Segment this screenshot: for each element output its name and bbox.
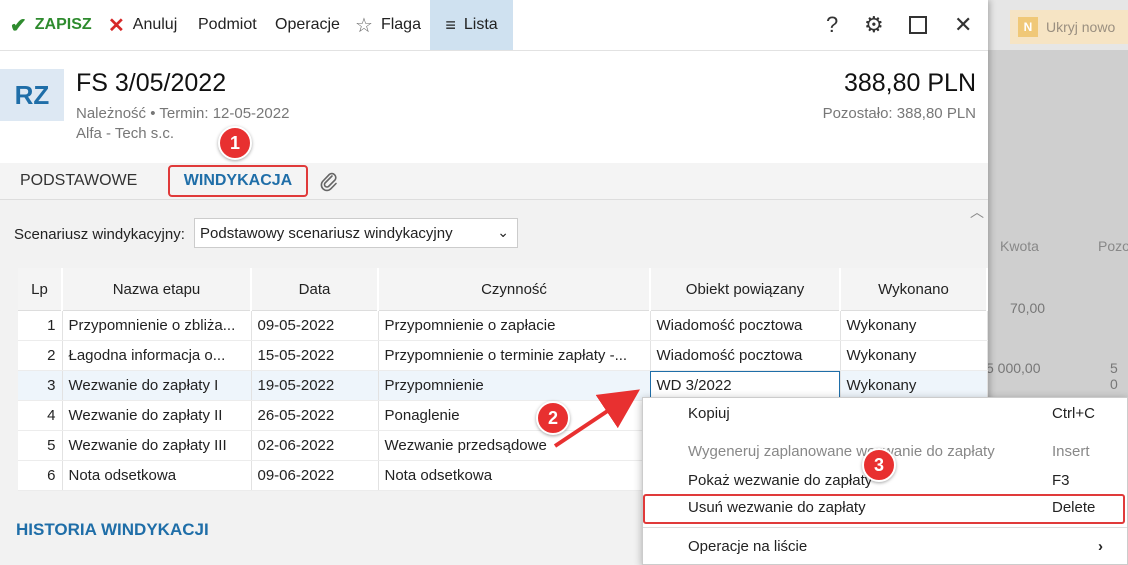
callout-1: 1: [218, 126, 252, 160]
callout-2: 2: [536, 401, 570, 435]
callout-3: 3: [862, 448, 896, 482]
annotation-arrow: [553, 389, 640, 448]
